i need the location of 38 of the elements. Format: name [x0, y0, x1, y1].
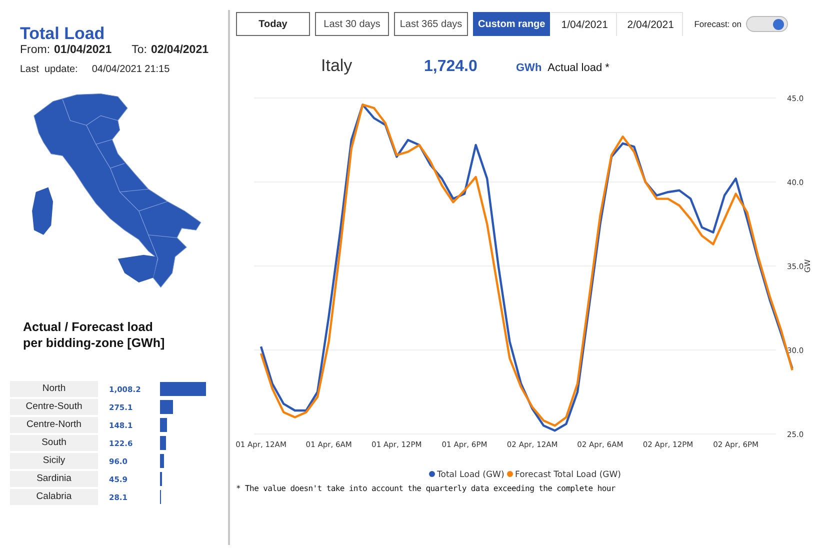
area-name: Italy — [321, 56, 354, 76]
range-button[interactable]: Last 365 days — [394, 12, 468, 36]
date-field[interactable]: 1/04/2021 — [551, 12, 618, 36]
footnote: * The value doesn't take into account the quarterly data exceeding the complete hour — [236, 484, 616, 493]
to-date: 02/04/2021 — [150, 44, 208, 56]
legend-label: Forecast Total Load (GW) — [515, 470, 621, 480]
zone-bar — [160, 382, 206, 396]
total-value: 1,724.0 — [424, 58, 478, 76]
forecast-toggle[interactable] — [746, 16, 788, 32]
zone-bar — [160, 418, 167, 432]
zone-bar — [160, 400, 173, 414]
unit-label: GWh — [516, 62, 542, 74]
to-label: To: — [132, 44, 147, 56]
zone-name: Sardinia — [10, 471, 98, 487]
zone-bar — [160, 436, 166, 450]
zone-name: Centre-South — [10, 399, 98, 415]
page-title: Total Load — [20, 24, 106, 44]
forecast-label: Forecast: on — [694, 19, 742, 29]
zone-bar — [160, 454, 164, 468]
from-label: From: — [20, 44, 50, 56]
last-update-label: Last update: — [20, 64, 78, 75]
zone-name: South — [10, 435, 98, 451]
range-button[interactable]: Last 30 days — [315, 12, 389, 36]
zone-name: North — [10, 381, 98, 397]
legend-dot — [429, 471, 435, 477]
from-date: 01/04/2021 — [54, 44, 112, 56]
last-update-value: 04/04/2021 21:15 — [92, 64, 170, 75]
range-button[interactable]: Today — [236, 12, 310, 36]
zone-bar — [160, 472, 162, 486]
zone-name: Sicily — [10, 453, 98, 469]
legend-dot — [507, 471, 513, 477]
zone-name: Calabria — [10, 489, 98, 505]
zone-name: Centre-North — [10, 417, 98, 433]
date-field[interactable]: 2/04/2021 — [617, 12, 684, 36]
range-button[interactable]: Custom range — [473, 12, 550, 36]
legend-label: Total Load (GW) — [437, 470, 504, 480]
value-caption: Actual load * — [548, 62, 610, 74]
zones-heading: Actual / Forecast load per bidding-zone [GWh] — [23, 319, 166, 351]
